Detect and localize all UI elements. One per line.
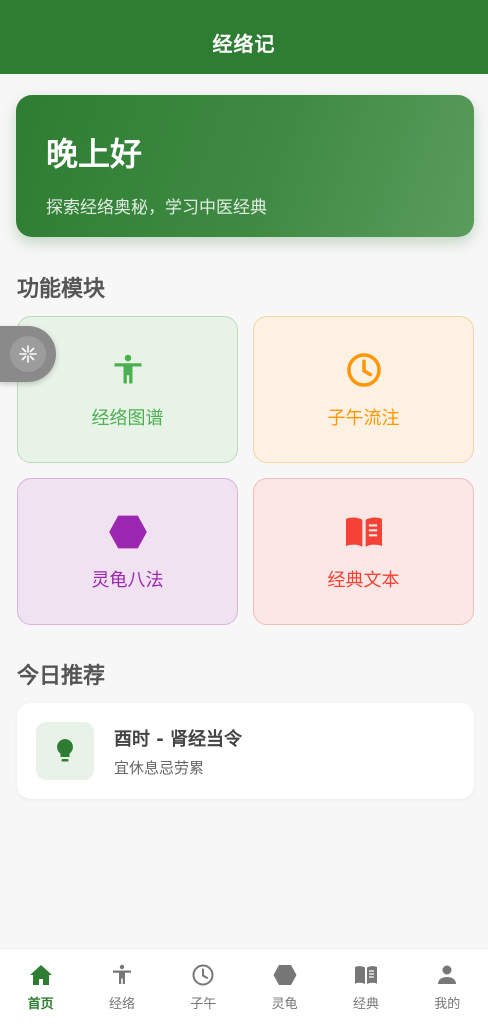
recommendation-card[interactable]: 酉时 - 肾经当令 宜休息忌劳累 <box>17 703 474 799</box>
accessibility-icon <box>109 962 135 988</box>
bottom-navigation: 首页 经络 子午 灵龟 经典 我的 <box>0 948 488 1024</box>
module-label: 经典文本 <box>327 569 400 591</box>
greeting-card: 晚上好 探索经络奥秘，学习中医经典 <box>16 95 474 237</box>
greeting-subtitle: 探索经络奥秘，学习中医经典 <box>46 198 267 218</box>
nav-item-linggui[interactable]: 灵龟 <box>250 962 320 1012</box>
greeting-text: 晚上好 <box>46 135 143 173</box>
nav-label: 经络 <box>108 996 135 1012</box>
module-card-linggui[interactable]: 灵龟八法 <box>17 478 238 625</box>
module-label: 灵龟八法 <box>91 569 164 591</box>
nav-label: 灵龟 <box>271 996 298 1012</box>
nav-item-classics[interactable]: 经典 <box>331 962 401 1012</box>
nav-item-profile[interactable]: 我的 <box>412 962 482 1012</box>
nav-item-home[interactable]: 首页 <box>6 962 76 1012</box>
module-label: 经络图谱 <box>91 407 164 429</box>
module-card-classics[interactable]: 经典文本 <box>253 478 474 625</box>
hexagon-icon <box>272 962 298 988</box>
nav-item-ziwu[interactable]: 子午 <box>168 962 238 1012</box>
app-header: 经络记 <box>0 0 488 74</box>
nav-label: 我的 <box>434 996 461 1012</box>
app-root: 经络记 晚上好 探索经络奥秘，学习中医经典 功能模块 经络图谱 子午流注 灵龟八… <box>0 0 488 1024</box>
book-icon <box>344 512 384 552</box>
clock-icon <box>190 962 216 988</box>
sparkle-icon <box>10 336 46 372</box>
section-title-modules: 功能模块 <box>17 277 106 302</box>
nav-label: 经典 <box>352 996 379 1012</box>
recommendation-title: 酉时 - 肾经当令 <box>114 728 243 750</box>
nav-item-meridian[interactable]: 经络 <box>87 962 157 1012</box>
floating-assistant-button[interactable] <box>0 326 56 382</box>
book-icon <box>353 962 379 988</box>
accessibility-icon <box>108 350 148 390</box>
section-title-today: 今日推荐 <box>17 664 106 689</box>
lightbulb-icon <box>36 722 94 780</box>
app-title: 经络记 <box>212 31 276 56</box>
recommendation-subtitle: 宜休息忌劳累 <box>114 758 205 777</box>
module-label: 子午流注 <box>327 407 400 429</box>
person-icon <box>434 962 460 988</box>
nav-label: 首页 <box>27 996 54 1012</box>
module-card-ziwu[interactable]: 子午流注 <box>253 316 474 463</box>
clock-icon <box>344 350 384 390</box>
home-icon <box>28 962 54 988</box>
nav-label: 子午 <box>190 996 217 1012</box>
hexagon-icon <box>108 512 148 552</box>
